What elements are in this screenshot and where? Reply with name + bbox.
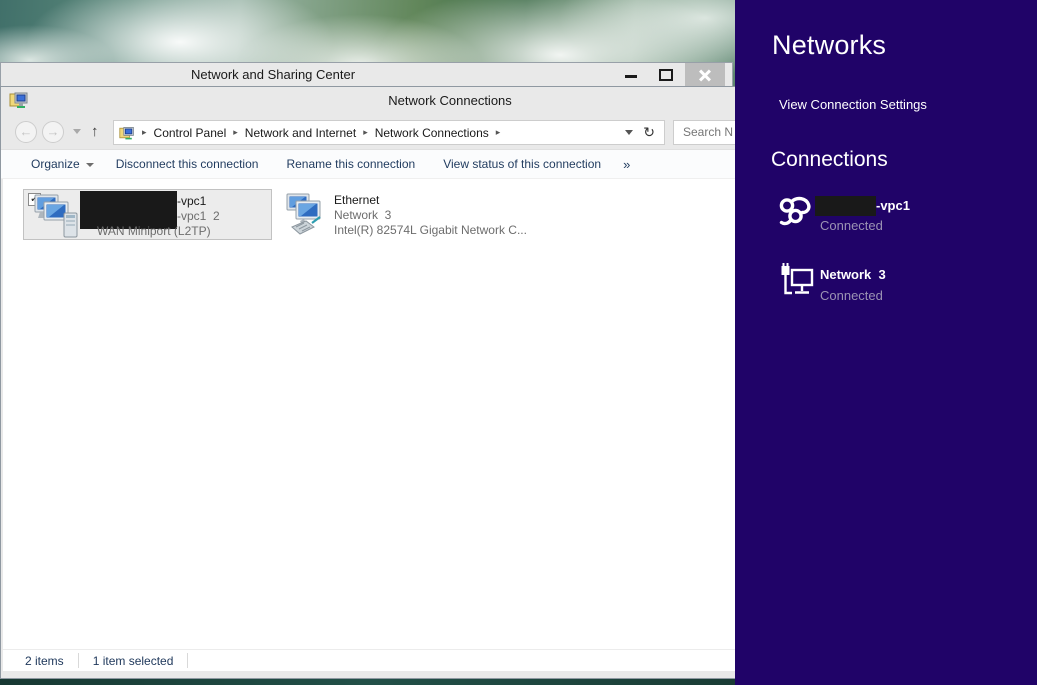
vpn-connection-icon [34,194,84,243]
crumb-separator-icon: ▸ [363,127,368,138]
connection-status: Connected [820,288,883,303]
more-commands-button[interactable]: » [623,157,630,172]
breadcrumb-network-connections[interactable]: Network Connections [375,126,489,140]
connection-name[interactable]: Network 3 [820,267,886,282]
breadcrumb-folder-icon [119,125,135,141]
status-divider [78,653,79,668]
connection-network: -vpc1 2 [177,209,220,223]
crumb-separator-icon: ▸ [496,127,501,138]
window-title: Network and Sharing Center [191,67,355,82]
connection-name: Ethernet [334,193,379,207]
screen: Network and Sharing Center Network Conne… [0,0,1037,685]
connection-status: Connected [820,218,883,233]
disconnect-connection-button[interactable]: Disconnect this connection [116,157,259,171]
address-chevron-down-icon[interactable] [625,130,633,135]
refresh-icon[interactable]: ↻ [643,124,655,141]
minimize-icon[interactable] [625,75,637,78]
wired-network-icon [780,262,814,305]
titlebar: Network and Sharing Center [1,63,732,87]
rename-connection-button[interactable]: Rename this connection [286,157,415,171]
up-icon[interactable]: ↑ [91,123,99,140]
breadcrumb[interactable]: ▸ Control Panel ▸ Network and Internet ▸… [113,120,665,145]
selected-count: 1 item selected [93,654,174,668]
connection-name[interactable]: -vpc1 [876,198,910,213]
organize-button[interactable]: Organize [31,157,94,171]
connections-section-title: Connections [771,148,888,172]
ethernet-connection-icon [286,193,332,242]
forward-icon[interactable]: → [42,121,64,143]
crumb-separator-icon: ▸ [142,127,147,138]
vpn-icon [778,195,815,233]
view-connection-settings-link[interactable]: View Connection Settings [779,97,927,112]
connection-device: WAN Miniport (L2TP) [97,224,211,238]
networks-flyout-panel: Networks View Connection Settings Connec… [735,0,1037,685]
items-count: 2 items [25,654,64,668]
redacted-name-box [815,196,876,216]
connection-network: Network 3 [334,208,391,222]
chevron-down-icon [86,163,94,167]
maximize-icon[interactable] [659,69,673,81]
panel-title: Networks [772,30,886,61]
status-divider [187,653,188,668]
crumb-separator-icon: ▸ [233,127,238,138]
breadcrumb-control-panel[interactable]: Control Panel [154,126,227,140]
breadcrumb-network-and-internet[interactable]: Network and Internet [245,126,356,140]
connection-name: -vpc1 [177,194,206,208]
back-icon[interactable]: ← [15,121,37,143]
history-chevron-down-icon[interactable] [73,129,81,134]
connection-device: Intel(R) 82574L Gigabit Network C... [334,223,527,237]
desktop-wallpaper-bottom-strip [0,679,735,685]
list-item-vpn-connection[interactable]: ✓ -vpc1 -vpc1 2 WAN M [23,189,272,240]
close-icon[interactable] [685,63,725,87]
list-item-ethernet-connection[interactable]: Ethernet Network 3 Intel(R) 82574L Gigab… [284,189,534,240]
view-status-button[interactable]: View status of this connection [443,157,601,171]
